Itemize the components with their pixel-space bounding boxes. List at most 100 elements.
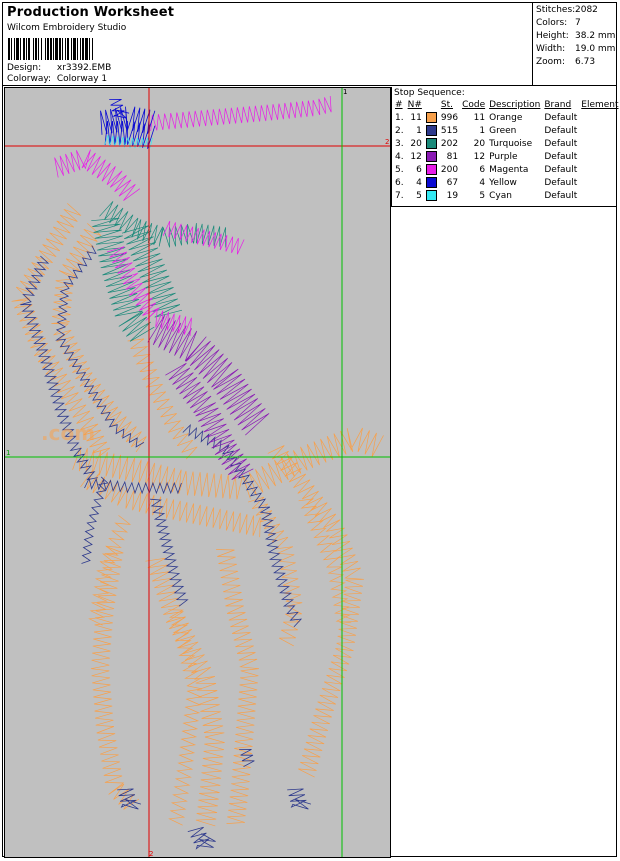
stop-index: 7. bbox=[395, 190, 404, 201]
stop-stitches: 515 bbox=[440, 125, 459, 136]
color-swatch-cell bbox=[424, 124, 439, 137]
stitch-paths bbox=[11, 95, 384, 850]
stop-index: 3. bbox=[395, 138, 404, 149]
stop-code: 4 bbox=[479, 177, 486, 188]
stop-sequence-title: Stop Sequence: bbox=[394, 88, 465, 98]
stop-needle: 12 bbox=[410, 151, 422, 162]
stop-stitches: 202 bbox=[440, 138, 459, 149]
stop-index: 4. bbox=[395, 151, 404, 162]
color-swatch bbox=[425, 151, 437, 162]
stop-description: Magenta bbox=[489, 164, 529, 175]
height-label: Height: bbox=[536, 31, 569, 41]
stop-stitches: 19 bbox=[446, 190, 459, 201]
width-value: 19.0 mm bbox=[575, 44, 616, 54]
stitch-run bbox=[298, 498, 352, 624]
height-value: 38.2 mm bbox=[575, 31, 616, 41]
design-preview-canvas: .com 1 2 1 2 bbox=[4, 87, 391, 858]
design-stats: Stitches:2082 Colors: 7 Height: 38.2 mm Wi… bbox=[533, 2, 617, 86]
col-header-index: # bbox=[395, 100, 403, 110]
color-swatch bbox=[425, 112, 437, 123]
zoom-value: 6.73 bbox=[575, 57, 596, 67]
stitch-run bbox=[104, 120, 156, 149]
stop-code: 20 bbox=[473, 138, 486, 149]
stitches-value: 2082 bbox=[575, 5, 598, 15]
stitch-run bbox=[216, 549, 260, 824]
stop-element bbox=[579, 111, 620, 124]
stop-row: 4. 12 81 12 Purple Default bbox=[393, 150, 620, 163]
stitch-run bbox=[162, 220, 245, 255]
colorway-row: Colorway: Colorway 1 bbox=[7, 74, 107, 84]
color-swatch-cell bbox=[424, 111, 439, 124]
stop-needle: 4 bbox=[416, 177, 422, 188]
colors-row: Colors: 7 bbox=[536, 18, 581, 28]
stop-stitches: 81 bbox=[446, 151, 459, 162]
color-swatch bbox=[425, 177, 437, 188]
watermark-text: .com bbox=[41, 421, 95, 445]
page-title: Production Worksheet bbox=[7, 5, 175, 20]
stop-row: 7. 5 19 5 Cyan Default bbox=[393, 189, 620, 202]
stop-row: 2. 1 515 1 Green Default bbox=[393, 124, 620, 137]
height-row: Height: 38.2 mm bbox=[536, 31, 615, 41]
stop-description: Orange bbox=[489, 112, 523, 123]
stop-table-header-row: # N# St. Code Description Brand Element bbox=[393, 99, 620, 111]
stop-description: Cyan bbox=[489, 190, 512, 201]
width-label: Width: bbox=[536, 44, 566, 54]
color-swatch-cell bbox=[424, 176, 439, 189]
colors-label: Colors: bbox=[536, 18, 568, 28]
col-header-needle: N# bbox=[407, 100, 422, 110]
stop-brand: Default bbox=[544, 138, 578, 149]
stop-element bbox=[579, 137, 620, 150]
width-row: Width: 19.0 mm bbox=[536, 44, 615, 54]
stop-needle: 1 bbox=[416, 125, 422, 136]
stitch-run bbox=[80, 470, 261, 538]
stop-code: 1 bbox=[479, 125, 486, 136]
stop-row: 3. 20 202 20 Turquoise Default bbox=[393, 137, 620, 150]
guide-marker-right: 2 bbox=[385, 138, 389, 146]
guide-marker-bottom: 2 bbox=[149, 850, 153, 858]
stitch-preview: .com 1 2 1 2 bbox=[5, 88, 390, 858]
design-value: xr3392.EMB bbox=[56, 63, 112, 73]
stop-element bbox=[579, 163, 620, 176]
col-header-element: Element bbox=[581, 100, 619, 110]
stop-sequence-panel: Stop Sequence: # N# St. Code Description… bbox=[391, 87, 620, 207]
stop-needle: 5 bbox=[416, 190, 422, 201]
stop-description: Yellow bbox=[489, 177, 517, 188]
col-header-stitches: St. bbox=[440, 100, 453, 110]
color-swatch bbox=[425, 125, 437, 136]
stitch-run bbox=[51, 223, 147, 453]
stitch-run bbox=[287, 788, 312, 810]
color-swatch-cell bbox=[424, 137, 439, 150]
stitch-run bbox=[20, 255, 98, 481]
col-header-brand: Brand bbox=[544, 100, 572, 110]
color-swatch bbox=[425, 164, 437, 175]
stop-row: 5. 6 200 6 Magenta Default bbox=[393, 163, 620, 176]
stop-needle: 20 bbox=[410, 138, 422, 149]
stitch-run bbox=[54, 149, 141, 201]
worksheet-header: Production Worksheet Wilcom Embroidery S… bbox=[2, 2, 533, 86]
stop-code: 11 bbox=[473, 112, 486, 123]
guide-marker-left: 1 bbox=[6, 449, 10, 457]
stop-stitches: 67 bbox=[446, 177, 459, 188]
stop-index: 1. bbox=[395, 112, 404, 123]
zoom-row: Zoom: 6.73 bbox=[536, 57, 595, 67]
color-swatch-cell bbox=[424, 189, 439, 202]
stop-code: 6 bbox=[479, 164, 486, 175]
stop-index: 2. bbox=[395, 125, 404, 136]
barcode-image bbox=[8, 38, 93, 60]
stitch-run bbox=[187, 826, 216, 850]
stop-brand: Default bbox=[544, 164, 578, 175]
stop-code: 5 bbox=[479, 190, 486, 201]
stop-stitches: 996 bbox=[440, 112, 459, 123]
stitch-run bbox=[267, 445, 364, 778]
stop-index: 6. bbox=[395, 177, 404, 188]
design-label: Design: bbox=[7, 63, 42, 73]
guide-marker-top: 1 bbox=[343, 88, 347, 96]
color-swatch-cell bbox=[424, 163, 439, 176]
color-swatch-cell bbox=[424, 150, 439, 163]
zoom-label: Zoom: bbox=[536, 57, 565, 67]
stop-element bbox=[579, 189, 620, 202]
color-swatch bbox=[425, 190, 437, 201]
stop-brand: Default bbox=[544, 177, 578, 188]
stitches-label: Stitches: bbox=[536, 5, 576, 15]
stitch-run bbox=[150, 95, 332, 132]
